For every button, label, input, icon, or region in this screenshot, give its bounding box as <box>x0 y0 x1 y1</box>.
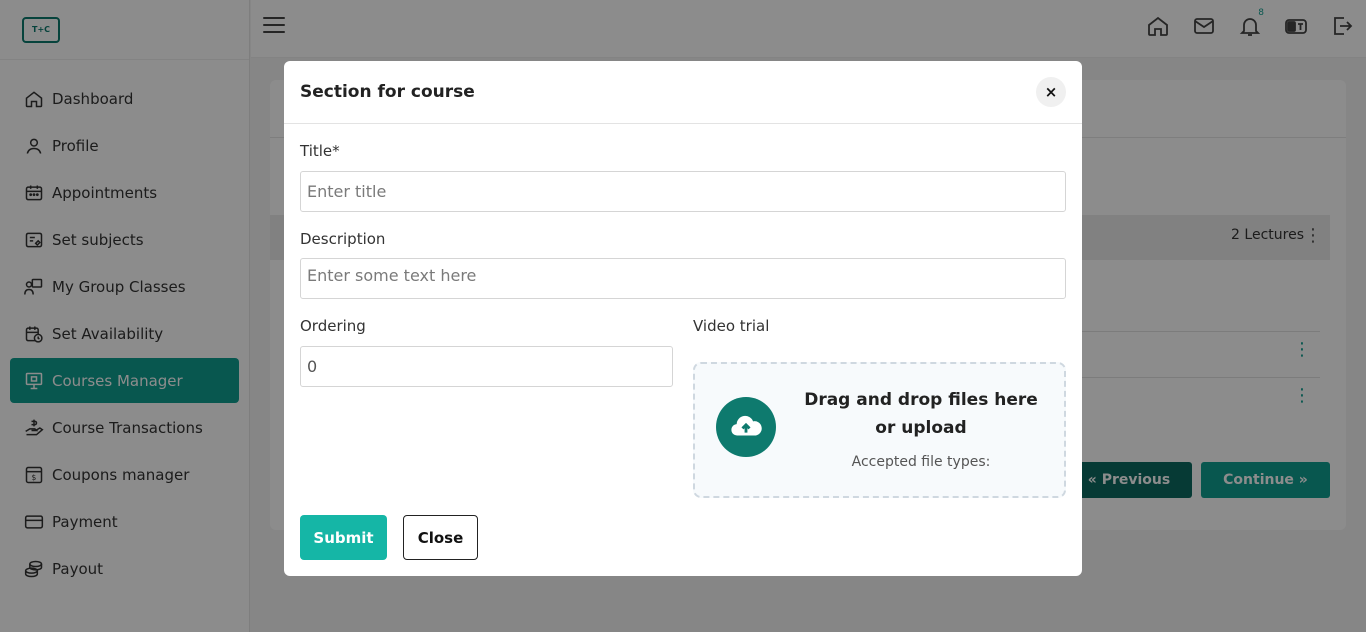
file-dropzone[interactable]: Drag and drop files here or upload Accep… <box>693 362 1066 498</box>
close-icon[interactable]: × <box>1036 77 1066 107</box>
accepted-types-text: Accepted file types: <box>851 454 991 470</box>
description-label: Description <box>300 230 386 248</box>
dropzone-text: Drag and drop files here or upload <box>804 390 1038 438</box>
cloud-upload-icon <box>716 397 776 457</box>
title-input[interactable] <box>300 171 1066 212</box>
section-modal: Section for course × Title* Description … <box>284 61 1082 576</box>
ordering-label: Ordering <box>300 317 366 335</box>
close-button[interactable]: Close <box>403 515 478 560</box>
description-textarea[interactable] <box>300 258 1066 299</box>
modal-title: Section for course <box>300 82 475 102</box>
video-trial-label: Video trial <box>693 317 770 335</box>
ordering-input[interactable] <box>300 346 673 387</box>
submit-button[interactable]: Submit <box>300 515 387 560</box>
modal-header: Section for course <box>284 61 1082 124</box>
title-label: Title* <box>300 142 340 160</box>
